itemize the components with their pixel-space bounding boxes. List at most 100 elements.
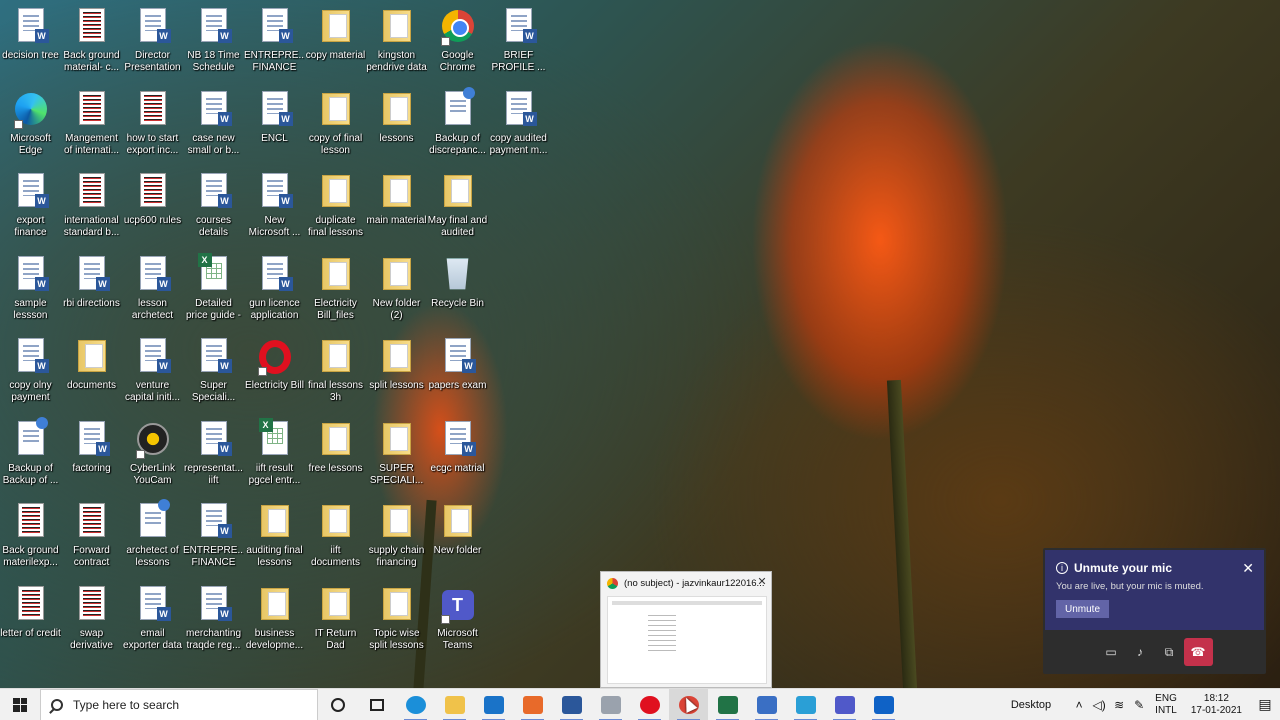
desktop-icon[interactable]: Xiift result pgcel entr... xyxy=(244,417,305,499)
desktop-icon[interactable]: W BRIEF PROFILE ... xyxy=(488,4,549,86)
desktop-icon[interactable]: documents xyxy=(61,334,122,416)
desktop-icon[interactable]: CyberLink YouCam xyxy=(122,417,183,499)
taskbar-app-remote-desktop[interactable] xyxy=(747,689,786,720)
taskbar-app-teams[interactable] xyxy=(825,689,864,720)
desktop-icon[interactable]: international standard b... xyxy=(61,169,122,251)
desktop-icon[interactable]: Wrepresentat... iift xyxy=(183,417,244,499)
desktop-icon[interactable]: ucp600 rules xyxy=(122,169,183,251)
desktop-icon[interactable]: Wecgc matrial xyxy=(427,417,488,499)
language-indicator[interactable]: ENG INTL xyxy=(1155,693,1177,717)
taskbar-app-mail[interactable] xyxy=(474,689,513,720)
thumbnail-close-icon[interactable]: ✕ xyxy=(753,572,771,592)
desktop-icon-label: Recycle Bin xyxy=(431,297,484,309)
share-screen-icon[interactable]: ⧉ xyxy=(1155,638,1184,666)
desktop-icon[interactable]: duplicate final lessons xyxy=(305,169,366,251)
desktop-icon[interactable]: Wcase new small or b... xyxy=(183,87,244,169)
desktop-icon[interactable]: how to start export inc... xyxy=(122,87,183,169)
desktop-icon[interactable]: lessons xyxy=(366,87,427,169)
desktop-toolbar-label[interactable]: Desktop xyxy=(1011,699,1051,711)
wifi-icon[interactable]: ≋ xyxy=(1109,698,1129,712)
hang-up-icon[interactable]: ☎ xyxy=(1183,638,1213,666)
desktop-icon[interactable]: Wsample lessson xyxy=(0,252,61,334)
desktop-icon[interactable]: Backup of Backup of ... xyxy=(0,416,61,499)
desktop-icon[interactable]: Microsoft Edge xyxy=(0,87,61,169)
thumbnail-preview[interactable] xyxy=(607,596,767,684)
start-button[interactable] xyxy=(0,689,40,720)
desktop-icon[interactable]: Mangement of internati... xyxy=(61,87,122,169)
desktop-icon[interactable]: W Super Speciali... xyxy=(183,334,244,416)
desktop-icon[interactable]: W New Microsoft ... xyxy=(244,169,305,251)
desktop-icon[interactable]: Backup of discrepanc... xyxy=(427,86,488,169)
taskbar-app-file-explorer[interactable] xyxy=(435,689,474,720)
desktop-icon[interactable]: Wgun licence application xyxy=(244,252,305,334)
desktop-icon[interactable]: Wfactoring xyxy=(61,417,122,499)
desktop-icon[interactable]: Wcourses details xyxy=(183,169,244,251)
desktop-icon[interactable]: Wmerchanting traqde reg... xyxy=(183,582,244,664)
taskbar-app-wps[interactable] xyxy=(786,689,825,720)
desktop-icon[interactable]: Wrbi directions xyxy=(61,252,122,334)
desktop-icon[interactable]: main material xyxy=(366,169,427,251)
desktop-icon[interactable]: final lessons 3h xyxy=(305,334,366,416)
desktop-icon[interactable]: letter of credit xyxy=(0,582,61,664)
taskbar-app-outlook[interactable] xyxy=(864,689,903,720)
cortana-button[interactable] xyxy=(318,689,357,720)
desktop-icon[interactable]: Wventure capital initi... xyxy=(122,334,183,416)
desktop-icon[interactable]: Wemail exporter data xyxy=(122,582,183,664)
desktop-icon[interactable]: split lessons xyxy=(366,334,427,416)
desktop-icon[interactable]: Electricity Bill xyxy=(244,334,305,416)
desktop-icon[interactable]: W Director Presentation xyxy=(122,4,183,86)
taskbar-app-opera[interactable] xyxy=(630,689,669,720)
desktop-icon[interactable]: Wlesson archetect xyxy=(122,252,183,334)
taskbar-app-edge[interactable] xyxy=(396,689,435,720)
desktop-icon[interactable]: W NB 18 Time Schedule xyxy=(183,4,244,86)
desktop-icon[interactable]: free lessons xyxy=(305,417,366,499)
desktop-icon[interactable]: Wcopy audited payment m... xyxy=(488,87,549,169)
mic-muted-icon[interactable]: ♪ xyxy=(1126,638,1155,666)
desktop-icon[interactable]: Wexport finance xyxy=(0,169,61,251)
desktop-icon[interactable]: W ENTREPRE... FINANCE xyxy=(244,4,305,86)
desktop-icon[interactable]: SUPER SPECIALI... xyxy=(366,417,427,499)
chevron-up-icon[interactable]: ˄ xyxy=(1069,698,1089,712)
taskbar-app-tools[interactable] xyxy=(591,689,630,720)
desktop-icon[interactable]: IT Return Dad xyxy=(305,582,366,664)
desktop-icon[interactable]: Wpapers exam xyxy=(427,334,488,416)
desktop-icon[interactable]: W ENCL xyxy=(244,87,305,169)
taskbar-app-office[interactable] xyxy=(513,689,552,720)
desktop-icon[interactable]: Wcopy olny payment xyxy=(0,334,61,416)
desktop-icon[interactable]: Back ground material- c... xyxy=(61,4,122,86)
desktop-icon[interactable]: archetect of lessons xyxy=(122,499,183,581)
task-view-button[interactable] xyxy=(357,689,396,720)
desktop-icon[interactable]: T Microsoft Teams xyxy=(427,582,488,664)
taskbar-search-box[interactable]: Type here to search xyxy=(40,688,318,720)
desktop-icon[interactable]: copy material xyxy=(305,4,366,86)
clock[interactable]: 18:12 17-01-2021 xyxy=(1191,693,1242,717)
desktop-icon[interactable]: business developme... xyxy=(244,582,305,664)
taskbar-app-word-doc[interactable] xyxy=(552,689,591,720)
desktop-icon[interactable]: swap derivative xyxy=(61,582,122,664)
desktop-icon[interactable]: kingston pendrive data xyxy=(366,4,427,86)
desktop-icon[interactable]: copy of final lesson xyxy=(305,87,366,169)
desktop-icon[interactable]: Topic wise split lessons xyxy=(366,582,427,664)
desktop-icon[interactable]: New folder xyxy=(427,499,488,581)
video-off-icon[interactable]: ▭ xyxy=(1097,638,1126,666)
desktop-icon[interactable]: iift documents xyxy=(305,499,366,581)
volume-icon[interactable]: ◁) xyxy=(1089,698,1109,712)
desktop-icon[interactable]: Recycle Bin xyxy=(427,252,488,334)
desktop-icon[interactable]: May final and audited less... xyxy=(427,169,488,251)
desktop-icon[interactable]: Electricity Bill_files xyxy=(305,252,366,334)
desktop-icon[interactable]: Back ground materilexp... xyxy=(0,499,61,581)
desktop-icon[interactable]: Google Chrome xyxy=(427,4,488,86)
notification-icon[interactable]: ▤ xyxy=(1250,696,1280,713)
pen-icon[interactable]: ✎ xyxy=(1129,698,1149,712)
desktop-icon[interactable]: Wdecision tree xyxy=(0,4,61,86)
chrome-window-thumbnail[interactable]: (no subject) - jazvinkaur122016... ✕ xyxy=(600,571,772,688)
taskbar-app-excel[interactable] xyxy=(708,689,747,720)
desktop-icon[interactable]: supply chain financing xyxy=(366,499,427,581)
unmute-button[interactable]: Unmute xyxy=(1056,600,1109,618)
desktop-icon[interactable]: New folder (2) xyxy=(366,252,427,334)
close-icon[interactable]: ✕ xyxy=(1242,560,1254,577)
desktop-icon[interactable]: Forward contract xyxy=(61,499,122,581)
desktop-icon[interactable]: X Detailed price guide - Vati... xyxy=(183,252,244,334)
desktop-icon[interactable]: W ENTREPRE... FINANCE FI... xyxy=(183,499,244,581)
desktop-icon[interactable]: auditing final lessons xyxy=(244,499,305,581)
